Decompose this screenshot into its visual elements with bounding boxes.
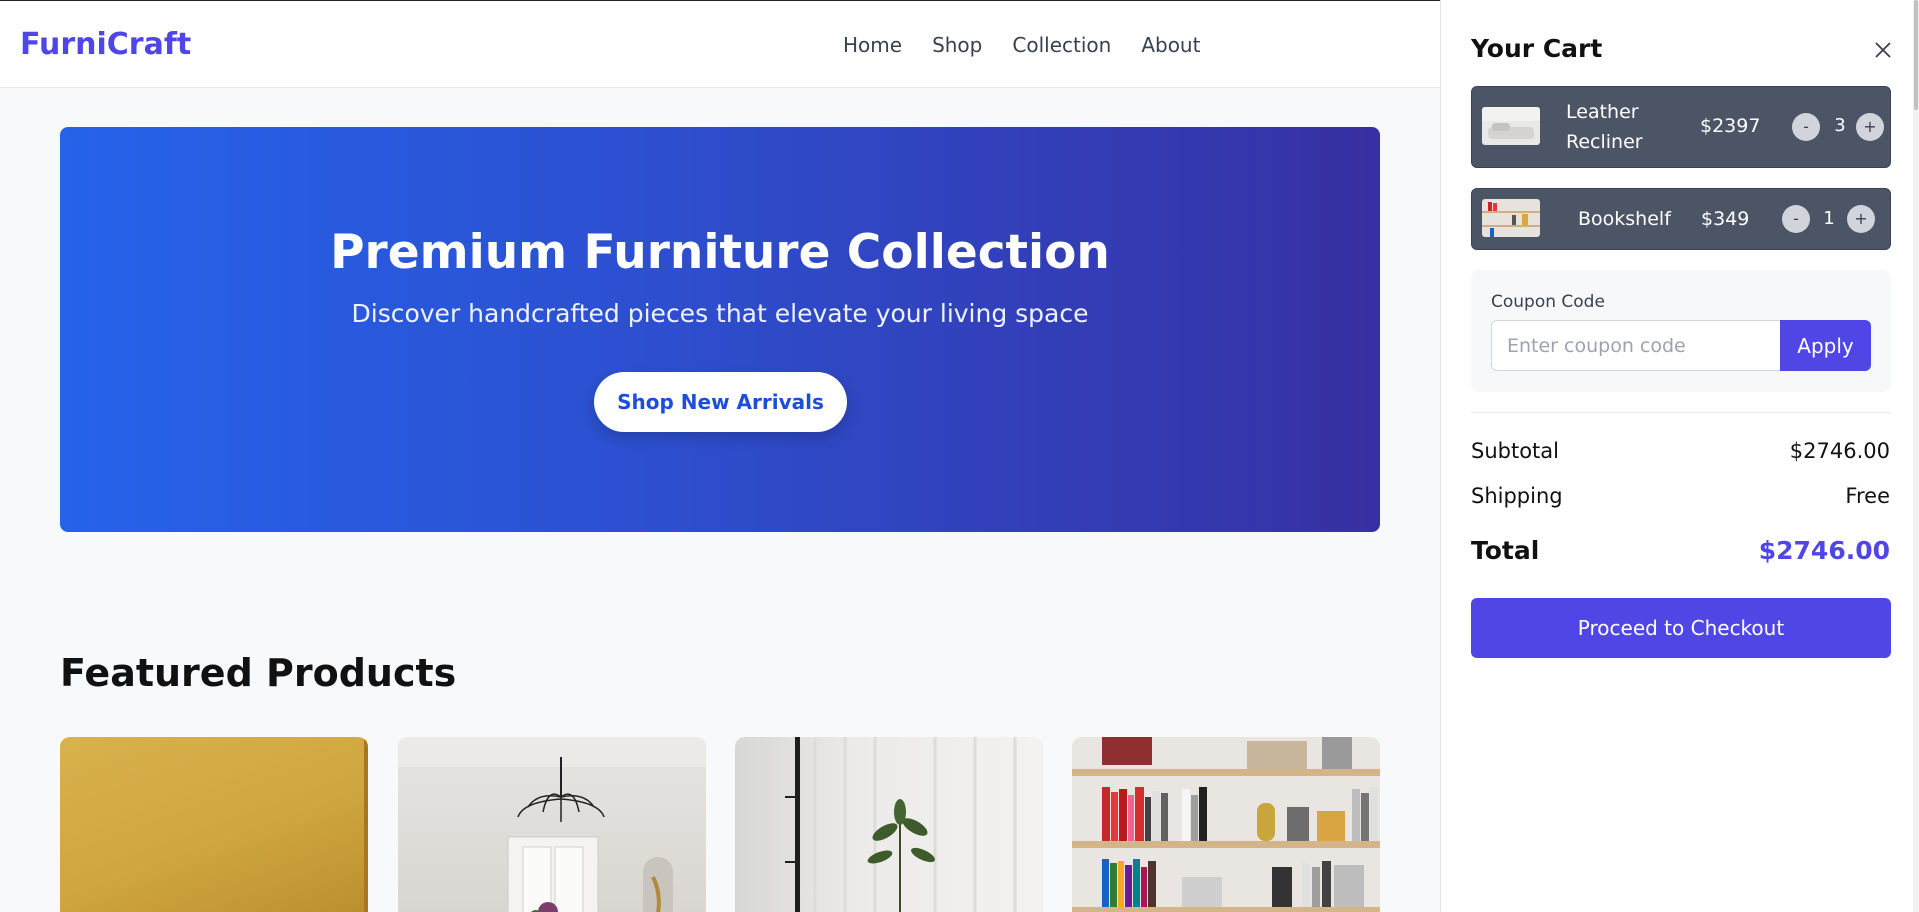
cart-item-thumbnail (1482, 199, 1540, 237)
product-card[interactable] (60, 737, 368, 912)
cart-item: Leather Recliner $2397 - 3 + (1471, 86, 1891, 168)
product-image (1072, 737, 1380, 912)
cart-item-qty: 3 (1834, 115, 1846, 136)
brand-logo[interactable]: FurniCraft (20, 27, 191, 62)
hero-title: Premium Furniture Collection (330, 225, 1110, 280)
cart-item-price: $2397 (1700, 115, 1761, 137)
nav-collection[interactable]: Collection (1012, 33, 1111, 57)
close-icon[interactable] (1871, 38, 1895, 62)
coupon-input[interactable] (1491, 320, 1781, 371)
divider (1471, 412, 1891, 413)
cart-item: Bookshelf $349 - 1 + (1471, 188, 1891, 250)
shop-new-arrivals-button[interactable]: Shop New Arrivals (594, 372, 847, 432)
nav-about[interactable]: About (1141, 33, 1200, 57)
subtotal-label: Subtotal (1471, 439, 1559, 463)
product-image (60, 737, 368, 912)
product-card[interactable] (1072, 737, 1380, 912)
cart-item-name: Bookshelf (1578, 208, 1671, 230)
nav-home[interactable]: Home (843, 33, 902, 57)
cart-item-price: $349 (1701, 208, 1750, 230)
subtotal-value: $2746.00 (1789, 439, 1890, 463)
apply-coupon-button[interactable]: Apply (1780, 320, 1871, 371)
cart-item-qty: 1 (1823, 208, 1835, 229)
cart-item-thumbnail (1482, 107, 1540, 145)
product-card[interactable] (398, 737, 706, 912)
decrease-qty-button[interactable]: - (1792, 113, 1820, 141)
shipping-label: Shipping (1471, 484, 1563, 508)
scrollbar-thumb[interactable] (1914, 0, 1918, 110)
product-image (398, 737, 706, 912)
total-value: $2746.00 (1758, 536, 1890, 565)
increase-qty-button[interactable]: + (1847, 205, 1875, 233)
main-nav: Home Shop Collection About (843, 33, 1200, 57)
coupon-section: Coupon Code Apply (1471, 270, 1891, 392)
cart-item-name: Leather Recliner (1566, 101, 1643, 153)
hero-banner: Premium Furniture Collection Discover ha… (60, 127, 1380, 532)
decrease-qty-button[interactable]: - (1782, 205, 1810, 233)
product-card[interactable] (735, 737, 1043, 912)
proceed-to-checkout-button[interactable]: Proceed to Checkout (1471, 598, 1891, 658)
total-label: Total (1471, 536, 1540, 565)
shipping-value: Free (1845, 484, 1890, 508)
nav-shop[interactable]: Shop (932, 33, 982, 57)
hero-subtitle: Discover handcrafted pieces that elevate… (351, 299, 1089, 328)
increase-qty-button[interactable]: + (1856, 113, 1884, 141)
featured-products-title: Featured Products (60, 651, 457, 695)
cart-panel: Your Cart Leather Recliner $2397 - 3 + B… (1440, 0, 1919, 912)
cart-title: Your Cart (1471, 34, 1603, 63)
product-image (735, 737, 1043, 912)
scrollbar[interactable] (1913, 0, 1919, 912)
coupon-label: Coupon Code (1491, 292, 1605, 312)
